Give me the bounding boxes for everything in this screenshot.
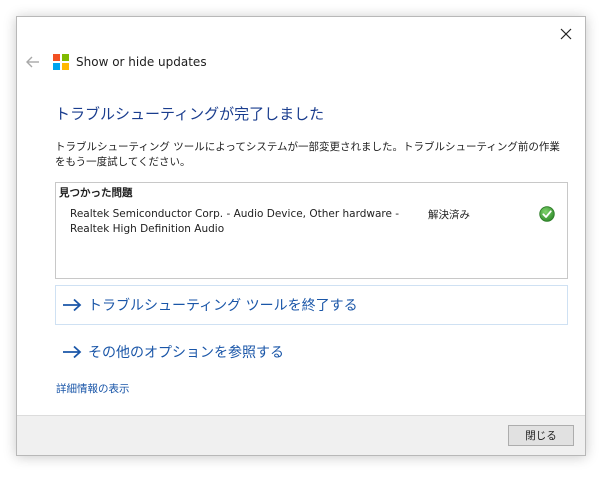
troubleshooter-window: Show or hide updates トラブルシューティングが完了しました … — [16, 16, 586, 456]
close-icon[interactable] — [555, 23, 577, 45]
close-troubleshooter-option[interactable]: トラブルシューティング ツールを終了する — [55, 285, 568, 325]
arrow-right-icon — [63, 298, 82, 312]
windows-logo-icon — [53, 54, 69, 70]
more-options-label: その他のオプションを参照する — [88, 345, 284, 361]
problems-found-box: 見つかった問題 Realtek Semiconductor Corp. - Au… — [55, 182, 568, 279]
more-options-option[interactable]: その他のオプションを参照する — [55, 332, 568, 372]
close-button[interactable]: 閉じる — [508, 425, 574, 446]
view-details-link[interactable]: 詳細情報の表示 — [56, 381, 130, 396]
check-circle-icon — [539, 206, 555, 222]
dialog-footer: 閉じる — [17, 415, 585, 455]
description-text: トラブルシューティング ツールによってシステムが一部変更されました。トラブルシュ… — [55, 141, 560, 168]
problems-header: 見つかった問題 — [59, 187, 133, 199]
page-title: トラブルシューティングが完了しました — [55, 105, 325, 123]
title-row: Show or hide updates — [53, 53, 207, 71]
close-troubleshooter-label: トラブルシューティング ツールを終了する — [88, 298, 358, 314]
problem-status: 解決済み — [428, 209, 470, 221]
problem-item-text: Realtek Semiconductor Corp. - Audio Devi… — [70, 208, 400, 235]
app-title: Show or hide updates — [76, 55, 207, 69]
arrow-right-icon — [63, 345, 82, 359]
back-arrow-icon[interactable] — [25, 55, 41, 69]
